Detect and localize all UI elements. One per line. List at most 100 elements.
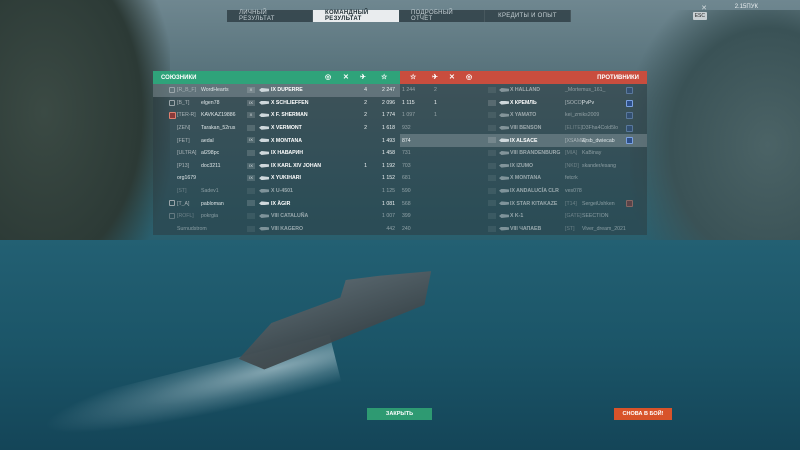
ship-class-icon (247, 225, 255, 232)
enemy-row[interactable]: 1 115 1 X КРЕМЛЬ [SOCO] PvPv (400, 97, 647, 110)
enemy-row[interactable]: 681 X MONTANA fetcrk (400, 172, 647, 185)
ally-ship-name: IX ÄGIR (271, 200, 291, 207)
ally-xp: 2 247 (382, 87, 395, 94)
ally-clan-tag: [TER-R] (177, 112, 196, 119)
allies-rows: [R_B_F] WordHearts X IX DUPERRE 4 2 247 [B_T] e… (153, 84, 400, 235)
ally-row[interactable]: [FET] aedal IX X MONTANA 1 493 (153, 134, 400, 147)
ally-ship-name: VIII CATALUÑA (271, 213, 309, 220)
ship-silhouette-icon (499, 188, 509, 193)
enemies-title: ПРОТИВНИКИ (597, 74, 639, 81)
rank-badge-icon (626, 112, 633, 120)
enemy-player-name[interactable]: _Mortemus_161_ (565, 87, 605, 93)
ally-player-name[interactable]: aedal (201, 138, 214, 144)
enemy-player-name[interactable]: &rsb_dwiecab (582, 138, 615, 144)
ally-row[interactable]: [ST] Sadev1 X U-4501 1 125 (153, 185, 400, 198)
enemy-player-name[interactable]: PvPv (582, 100, 594, 106)
ally-xp: 1 081 (382, 200, 395, 207)
ship-silhouette-icon (259, 150, 269, 155)
ally-row[interactable]: [B_T] elgen78 IX X SCHLIEFFEN 2 2 096 (153, 97, 400, 110)
ship-class-icon (247, 149, 255, 156)
ally-player-name[interactable]: org1679 (177, 175, 196, 181)
enemy-row[interactable]: 932 VIII BENSON [ELITE] D3Fha4Cold5lo (400, 122, 647, 135)
enemy-player-name[interactable]: D3Fha4Cold5lo (582, 125, 618, 131)
ally-row[interactable]: [TER-R] KAVKAZ19886 X X F. SHERMAN 2 1 774 (153, 109, 400, 122)
ship-silhouette-icon (259, 100, 269, 105)
enemy-row[interactable]: 568 IX STAR KITAKAZE [T14] SergeiUshken (400, 197, 647, 210)
ally-player-name[interactable]: Sadev1 (201, 188, 219, 194)
ship-silhouette-icon (499, 201, 509, 206)
enemy-ship-name: X K-1 (510, 213, 524, 220)
ally-row[interactable]: [ULTRA] al298pc IX НАВАРИН 1 458 (153, 147, 400, 160)
ally-ship-name: X VERMONT (271, 125, 302, 132)
ship-class-icon: IX (247, 99, 255, 106)
ally-row[interactable]: [R_B_F] WordHearts X IX DUPERRE 4 2 247 (153, 84, 400, 97)
ally-ship-name: IX DUPERRE (271, 87, 303, 94)
xp-star-icon: ☆ (381, 74, 388, 81)
enemy-ship-name: X YAMATO (510, 112, 537, 119)
enemy-row[interactable]: 703 IX IZUMO [NKD] skander/esang (400, 160, 647, 173)
ally-row[interactable]: [T_A] pabloman IX ÄGIR 1 081 (153, 197, 400, 210)
close-icon[interactable]: ✕ (701, 4, 707, 12)
battle-again-button[interactable]: СНОВА В БОЙ! (614, 408, 672, 420)
enemy-player-name[interactable]: KaBinay (582, 150, 601, 156)
enemy-row[interactable]: 399 X K-1 [GATE] SEECTION (400, 210, 647, 223)
tab-team[interactable]: КОМАНДНЫЙ РЕЗУЛЬТАТ (313, 10, 399, 22)
ally-ship-name: IX KARL XIV JOHAN (271, 162, 322, 169)
ally-row[interactable]: [P13] doc3211 IX IX KARL XIV JOHAN 1 1 192 (153, 160, 400, 173)
ally-row[interactable]: org1679 IX X YUKIHARI 1 152 (153, 172, 400, 185)
enemy-player-name[interactable]: Viver_dream_2021 (582, 226, 626, 232)
ally-player-name[interactable]: KAVKAZ19886 (201, 112, 236, 118)
enemy-xp: 932 (402, 125, 411, 132)
enemy-row[interactable]: 1 244 2 X HALLAND _Mortemus_161_ (400, 84, 647, 97)
ship-class-icon (488, 162, 496, 169)
ship-class-icon (488, 112, 496, 119)
rank-badge-icon (626, 87, 633, 94)
enemy-row[interactable]: 874 IX ALSACE [XSAME] &rsb_dwiecab (400, 134, 647, 147)
ally-row[interactable]: Surnudstrom VIII KAGERO 442 (153, 223, 400, 236)
ally-clan-tag: [ROFL] (177, 213, 194, 220)
ally-ship-name: X MONTANA (271, 137, 303, 144)
enemy-player-name[interactable]: kei_zmiks2009 (565, 112, 599, 118)
ship-silhouette-icon (259, 226, 269, 231)
enemy-player-name[interactable]: fetcrk (565, 175, 578, 181)
ally-clan-tag: [ULTRA] (177, 150, 197, 157)
ally-player-name[interactable]: Tarakan_52rus (201, 125, 235, 131)
tab-details[interactable]: ПОДРОБНЫЙ ОТЧЁТ (399, 10, 485, 22)
ship-class-icon (488, 124, 496, 131)
ship-silhouette-icon (259, 125, 269, 130)
enemy-player-name[interactable]: skander/esang (582, 163, 616, 169)
ally-player-name[interactable]: elgen78 (201, 100, 219, 106)
ally-player-name[interactable]: WordHearts (201, 87, 229, 93)
enemy-row[interactable]: 1 097 1 X YAMATO kei_zmiks2009 (400, 109, 647, 122)
ship-silhouette-icon (499, 100, 509, 105)
ally-row[interactable]: [ROFL] pokrgia VIII CATALUÑA 1 007 (153, 210, 400, 223)
enemy-row[interactable]: 240 VIII ЧАПАЕВ [ST] Viver_dream_2021 (400, 223, 647, 236)
ally-xp: 1 125 (382, 188, 395, 195)
ally-clan-tag: [T_A] (177, 200, 190, 207)
tab-personal[interactable]: ЛИЧНЫЙ РЕЗУЛЬТАТ (227, 10, 313, 22)
ally-player-name[interactable]: pokrgia (201, 213, 218, 219)
close-button[interactable]: ЗАКРЫТЬ (367, 408, 432, 420)
ally-player-name[interactable]: pabloman (201, 201, 224, 207)
enemy-xp: 568 (402, 200, 411, 207)
enemy-player-name[interactable]: SEECTION (582, 213, 609, 219)
enemy-clan-tag: [GATE] (565, 213, 582, 220)
ally-player-name[interactable]: al298pc (201, 150, 219, 156)
ally-row[interactable]: [ZEN] Tarakan_52rus X VERMONT 2 1 618 (153, 122, 400, 135)
ship-silhouette-icon (499, 226, 509, 231)
ally-player-name[interactable]: Surnudstrom (177, 226, 207, 232)
ship-silhouette-icon (259, 138, 269, 143)
ship-silhouette-icon (499, 125, 509, 130)
ship-silhouette-icon (499, 88, 509, 92)
enemy-row[interactable]: 731 VIII BRANDENBURG [MIA] KaBinay (400, 147, 647, 160)
enemy-player-name[interactable]: ves078 (565, 188, 582, 194)
ally-xp: 2 096 (382, 99, 395, 106)
ally-clan-tag: [ST] (177, 188, 187, 195)
ally-xp: 1 192 (382, 162, 395, 169)
enemy-player-name[interactable]: SergeiUshken (582, 201, 615, 207)
tab-credits-xp[interactable]: КРЕДИТЫ И ОПЫТ (485, 10, 571, 22)
ally-player-name[interactable]: doc3211 (201, 163, 221, 169)
enemy-row[interactable]: 590 IX ANDALUCÍA CLR ves078 (400, 185, 647, 198)
ship-silhouette-icon (499, 150, 509, 155)
enemies-rows: 1 244 2 X HALLAND _Mortemus_161_ 1 115 1 X КРЕ… (400, 84, 647, 235)
